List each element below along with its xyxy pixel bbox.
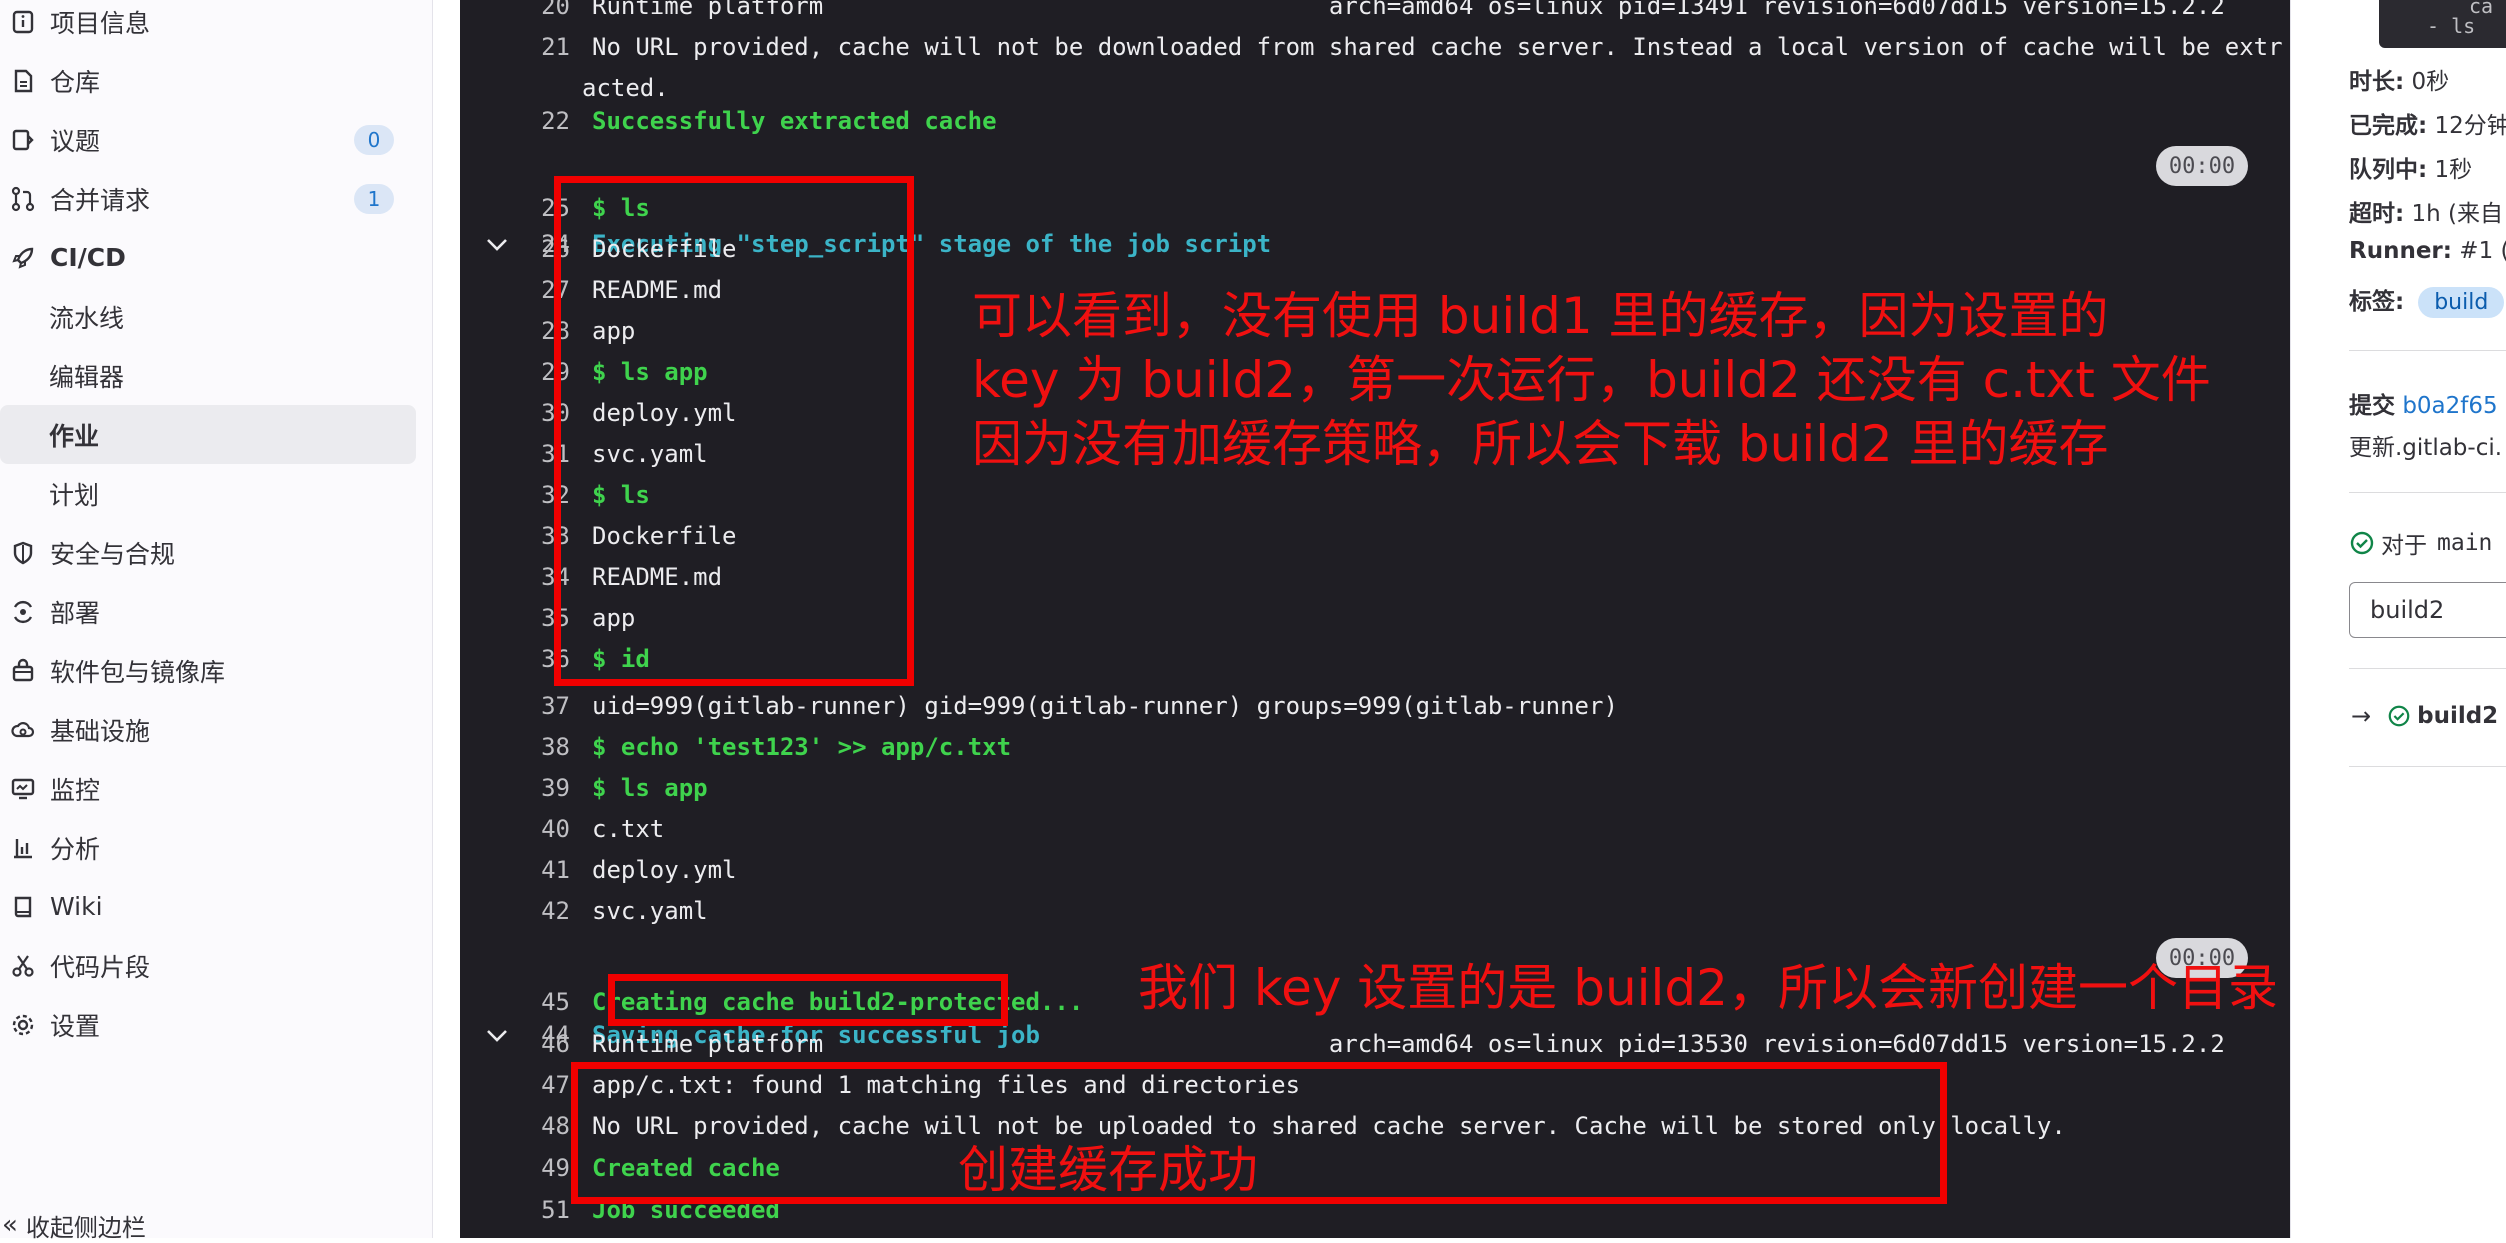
sidebar-item-project-info[interactable]: 项目信息	[0, 0, 416, 51]
script-preview: ca - ls	[2379, 0, 2506, 48]
divider	[2349, 766, 2506, 767]
sidebar-item-deployments[interactable]: 部署	[0, 582, 416, 641]
collapse-sidebar-button[interactable]: « 收起侧边栏	[0, 1210, 146, 1242]
chart-icon	[2, 827, 44, 869]
sidebar-item-label: 代码片段	[50, 952, 151, 982]
divider	[2349, 492, 2506, 493]
sidebar-item-settings[interactable]: 设置	[0, 995, 416, 1054]
sidebar-item-repository[interactable]: 仓库	[0, 51, 416, 110]
merge-request-icon	[2, 178, 44, 220]
job-finished: 已完成: 12分钟	[2349, 113, 2506, 139]
collapse-sidebar-label: 收起侧边栏	[25, 1213, 146, 1242]
highlight-box	[554, 176, 914, 686]
job-name: build2	[2417, 703, 2499, 729]
commit-info: 提交 b0a2f65	[2349, 393, 2498, 419]
job-log: 20 Runtime platform arch=amd64 os=linux p…	[460, 0, 2290, 1238]
pipeline-status: 对于 main	[2349, 526, 2492, 560]
package-icon	[2, 650, 44, 692]
sidebar-item-label: 议题	[50, 126, 101, 156]
sidebar-item-label: 项目信息	[50, 8, 151, 38]
sidebar-item-label: 仓库	[50, 67, 101, 97]
arrow-right-icon: →	[2351, 702, 2372, 730]
rocket-icon	[2, 237, 44, 279]
sidebar-item-label: 分析	[50, 834, 101, 864]
sidebar-item-infrastructure[interactable]: 基础设施	[0, 700, 416, 759]
book-icon	[2, 886, 44, 928]
sidebar-item-merge-requests[interactable]: 合并请求 1	[0, 169, 416, 228]
job-details-panel: ca - ls 时长: 0秒 已完成: 12分钟 队列中: 1秒 超时: 1h …	[2290, 0, 2506, 1238]
tag-badge: build	[2418, 287, 2505, 318]
highlight-box	[571, 1062, 1947, 1204]
sidebar-item-label: 流水线	[49, 303, 125, 333]
sidebar-item-label: 合并请求	[50, 185, 151, 215]
shield-icon	[2, 532, 44, 574]
job-list-item[interactable]: → build2	[2351, 702, 2498, 730]
job-runner: Runner: #1 (1	[2349, 238, 2506, 264]
stage-select[interactable]: build2	[2349, 582, 2506, 638]
sidebar-item-wiki[interactable]: Wiki	[0, 877, 416, 936]
sidebar-item-analytics[interactable]: 分析	[0, 818, 416, 877]
branch-name[interactable]: main	[2437, 530, 2492, 556]
sidebar-item-label: 部署	[50, 598, 101, 628]
sidebar-item-pipelines[interactable]: 流水线	[0, 287, 416, 346]
check-circle-icon	[2349, 530, 2375, 556]
sidebar-item-label: 安全与合规	[50, 539, 176, 569]
sidebar-item-label: 编辑器	[49, 362, 125, 392]
highlight-box	[608, 974, 1008, 1026]
gear-icon	[2, 1004, 44, 1046]
sidebar-item-label: 计划	[49, 480, 100, 510]
sidebar-item-packages[interactable]: 软件包与镜像库	[0, 641, 416, 700]
double-chevron-left-icon: «	[2, 1210, 18, 1240]
job-tags: 标签: build	[2349, 282, 2505, 318]
job-queued: 队列中: 1秒	[2349, 157, 2473, 183]
section-duration-badge: 00:00	[2156, 146, 2248, 186]
sidebar-item-label: 基础设施	[50, 716, 151, 746]
annotation-text: 我们 key 设置的是 build2，所以会新创建一个目录	[1138, 959, 2278, 1017]
check-circle-icon	[2387, 704, 2411, 728]
divider	[2349, 350, 2506, 351]
info-icon	[2, 1, 44, 43]
deploy-icon	[2, 591, 44, 633]
sidebar-item-issues[interactable]: 议题 0	[0, 110, 416, 169]
job-timeout: 超时: 1h (来自	[2349, 201, 2504, 227]
commit-sha-link[interactable]: b0a2f65	[2402, 393, 2497, 419]
issues-count-badge: 0	[354, 124, 394, 155]
annotation-text: key 为 build2，第一次运行，build2 还没有 c.txt 文件	[972, 351, 2211, 409]
doc-icon	[2, 60, 44, 102]
merge-requests-count-badge: 1	[354, 183, 394, 214]
divider	[2349, 668, 2506, 669]
sidebar-item-label: 设置	[50, 1011, 101, 1041]
sidebar-item-label: 软件包与镜像库	[50, 657, 226, 687]
sidebar-item-cicd[interactable]: CI/CD	[0, 228, 416, 287]
sidebar-item-monitor[interactable]: 监控	[0, 759, 416, 818]
sidebar-item-snippets[interactable]: 代码片段	[0, 936, 416, 995]
sidebar-item-security[interactable]: 安全与合规	[0, 523, 416, 582]
annotation-text: 因为没有加缓存策略，所以会下载 build2 里的缓存	[972, 415, 2109, 473]
cloud-gear-icon	[2, 709, 44, 751]
issues-icon	[2, 119, 44, 161]
sidebar-item-jobs[interactable]: 作业	[0, 405, 416, 464]
sidebar-item-editor[interactable]: 编辑器	[0, 346, 416, 405]
job-duration: 时长: 0秒	[2349, 69, 2450, 95]
sidebar-item-label: 监控	[50, 775, 101, 805]
sidebar: 项目信息 仓库 议题 0 合并请求 1 CI/CD 流水线 编辑器 作业 计划 …	[0, 0, 433, 1242]
annotation-text: 可以看到，没有使用 build1 里的缓存，因为设置的	[972, 287, 2109, 345]
annotation-text: 创建缓存成功	[958, 1141, 1258, 1199]
sidebar-item-label: Wiki	[50, 892, 103, 921]
monitor-icon	[2, 768, 44, 810]
sidebar-item-schedules[interactable]: 计划	[0, 464, 416, 523]
scissors-icon	[2, 945, 44, 987]
sidebar-item-label: CI/CD	[50, 243, 126, 272]
sidebar-item-label: 作业	[49, 421, 100, 451]
commit-message: 更新.gitlab-ci.	[2349, 435, 2503, 461]
